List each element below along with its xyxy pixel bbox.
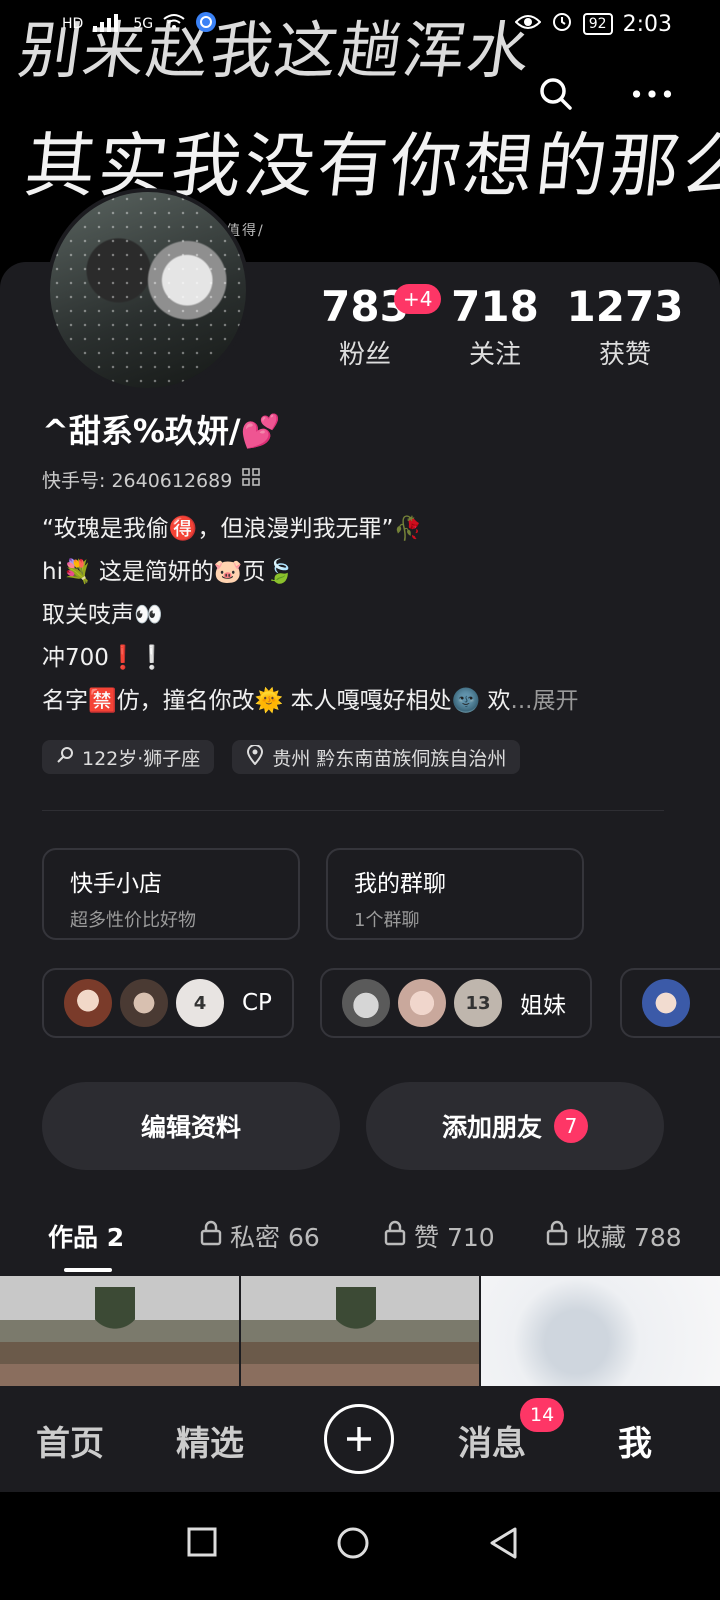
age-zodiac-text: 122岁·狮子座 — [82, 747, 201, 770]
status-left: HD 5G — [62, 11, 217, 37]
more-icon[interactable] — [632, 74, 672, 114]
tab-works-label: 作品 2 — [48, 1223, 125, 1252]
messages-badge: 14 — [520, 1398, 565, 1432]
location-pin-icon — [246, 743, 264, 770]
bio-line: “玫瑰是我偷🉐，但浪漫判我无罪”🥀 — [42, 516, 423, 542]
following-label: 关注 — [468, 340, 521, 370]
avatar — [62, 977, 114, 1029]
sisters-label: 姐妹 — [520, 993, 566, 1019]
stat-likes[interactable]: 1273 获赞 — [560, 284, 690, 371]
add-friend-label: 添加朋友 — [441, 1113, 542, 1142]
location-text: 贵州 黔东南苗族侗族自治州 — [272, 747, 507, 770]
alarm-icon — [551, 10, 573, 38]
followers-label: 粉丝 — [338, 340, 391, 370]
video-thumbnail[interactable] — [0, 1276, 239, 1386]
likes-count: 1273 — [566, 282, 684, 331]
app-icon — [195, 11, 217, 37]
back-icon[interactable] — [488, 1526, 520, 1564]
group-chat-subtitle: 1个群聊 — [354, 910, 420, 931]
video-thumbnail[interactable] — [240, 1276, 480, 1386]
stat-followers[interactable]: 783 粉丝 +4 — [300, 284, 442, 371]
avatar-count: 13 — [452, 977, 504, 1029]
stats-row: 783 粉丝 +4 718 关注 1273 获赞 — [300, 284, 690, 371]
group-chat-title: 我的群聊 — [354, 871, 446, 897]
bio-line: 取关吱声👀 — [42, 602, 163, 628]
shop-card[interactable]: 快手小店 超多性价比好物 — [42, 848, 300, 940]
recent-apps-icon[interactable] — [186, 1526, 218, 1562]
profile-bio[interactable]: “玫瑰是我偷🉐，但浪漫判我无罪”🥀 hi💐 这是简妍的🐷页🍃 取关吱声👀 冲70… — [42, 508, 682, 723]
battery-icon: 92 — [582, 13, 613, 35]
video-thumbnail[interactable] — [481, 1276, 720, 1386]
nav-messages[interactable]: 消息 — [458, 1416, 526, 1465]
nav-featured[interactable]: 精选 — [176, 1416, 244, 1465]
age-zodiac-tag[interactable]: 122岁·狮子座 — [42, 740, 215, 774]
active-tab-indicator — [64, 1268, 112, 1272]
tab-works[interactable]: 作品 2 — [48, 1218, 124, 1254]
home-icon[interactable] — [336, 1526, 370, 1564]
avatar-count: 4 — [174, 977, 226, 1029]
system-nav-bar — [0, 1492, 720, 1600]
shop-title: 快手小店 — [70, 871, 162, 897]
profile-tags: 122岁·狮子座 贵州 黔东南苗族侗族自治州 — [42, 740, 521, 774]
search-icon[interactable] — [536, 74, 576, 114]
following-count: 718 — [451, 282, 539, 331]
group-chat-card[interactable]: 我的群聊 1个群聊 — [326, 848, 584, 940]
clock-time: 2:03 — [622, 11, 672, 37]
tab-private-label: 私密 66 — [230, 1223, 320, 1252]
add-friend-button[interactable]: 添加朋友 7 — [366, 1082, 664, 1170]
nav-me[interactable]: 我 — [618, 1416, 652, 1465]
sisters-relationship-card[interactable]: 13 姐妹 — [320, 968, 592, 1038]
add-friend-badge: 7 — [554, 1109, 588, 1143]
tab-favorites[interactable]: 收藏 788 — [546, 1218, 682, 1254]
bio-line: 名字🈲仿，撞名你改🌞 本人嘎嘎好相处🌚 欢...展开 — [42, 680, 682, 723]
cp-label: CP — [242, 990, 272, 1016]
shop-subtitle: 超多性价比好物 — [70, 910, 196, 931]
eye-icon — [514, 12, 542, 37]
hd-icon: HD — [62, 16, 84, 32]
create-button[interactable] — [324, 1404, 394, 1474]
tab-likes-label: 赞 710 — [414, 1223, 495, 1252]
avatar — [640, 977, 692, 1029]
signal-icon — [93, 12, 123, 36]
top-actions — [536, 74, 672, 114]
bio-last-line: 名字🈲仿，撞名你改🌞 本人嘎嘎好相处🌚 欢 — [42, 688, 511, 714]
edit-profile-button[interactable]: 编辑资料 — [42, 1082, 340, 1170]
lock-icon — [384, 1220, 406, 1252]
network-label: 5G — [133, 16, 154, 32]
works-grid — [0, 1276, 720, 1386]
tab-private[interactable]: 私密 66 — [200, 1218, 320, 1254]
status-right: 92 2:03 — [514, 10, 672, 38]
stat-following[interactable]: 718 关注 — [430, 284, 560, 371]
qr-code-icon[interactable] — [242, 468, 261, 491]
avatar — [118, 977, 170, 1029]
location-tag[interactable]: 贵州 黔东南苗族侗族自治州 — [232, 740, 521, 774]
more-relationship-card[interactable] — [620, 968, 720, 1038]
edit-profile-label: 编辑资料 — [140, 1113, 241, 1142]
kuaishou-id-row[interactable]: 快手号: 2640612689 — [42, 466, 261, 493]
gender-icon — [56, 746, 74, 769]
likes-label: 获赞 — [598, 340, 651, 370]
bio-line: hi💐 这是简妍的🐷页🍃 — [42, 559, 295, 585]
tab-favorites-label: 收藏 788 — [576, 1223, 682, 1252]
divider — [42, 810, 664, 811]
lock-icon — [546, 1220, 568, 1252]
avatar[interactable] — [46, 188, 250, 392]
content-tabs: 作品 2 私密 66 赞 710 收藏 788 — [0, 1206, 720, 1266]
kuaishou-id: 快手号: 2640612689 — [42, 470, 233, 492]
avatar — [340, 977, 392, 1029]
cp-relationship-card[interactable]: 4 CP — [42, 968, 294, 1038]
wifi-icon — [163, 13, 185, 35]
nav-home[interactable]: 首页 — [36, 1416, 104, 1465]
expand-bio-link[interactable]: ...展开 — [511, 688, 579, 714]
avatar — [396, 977, 448, 1029]
lock-icon — [200, 1220, 222, 1252]
plus-icon — [347, 1427, 371, 1451]
profile-name: ^甜系%玖妍/💕 — [42, 412, 281, 450]
tab-likes[interactable]: 赞 710 — [384, 1218, 495, 1254]
bio-line: 冲700❗❕ — [42, 645, 167, 671]
status-bar: HD 5G 92 2:03 — [0, 0, 720, 48]
